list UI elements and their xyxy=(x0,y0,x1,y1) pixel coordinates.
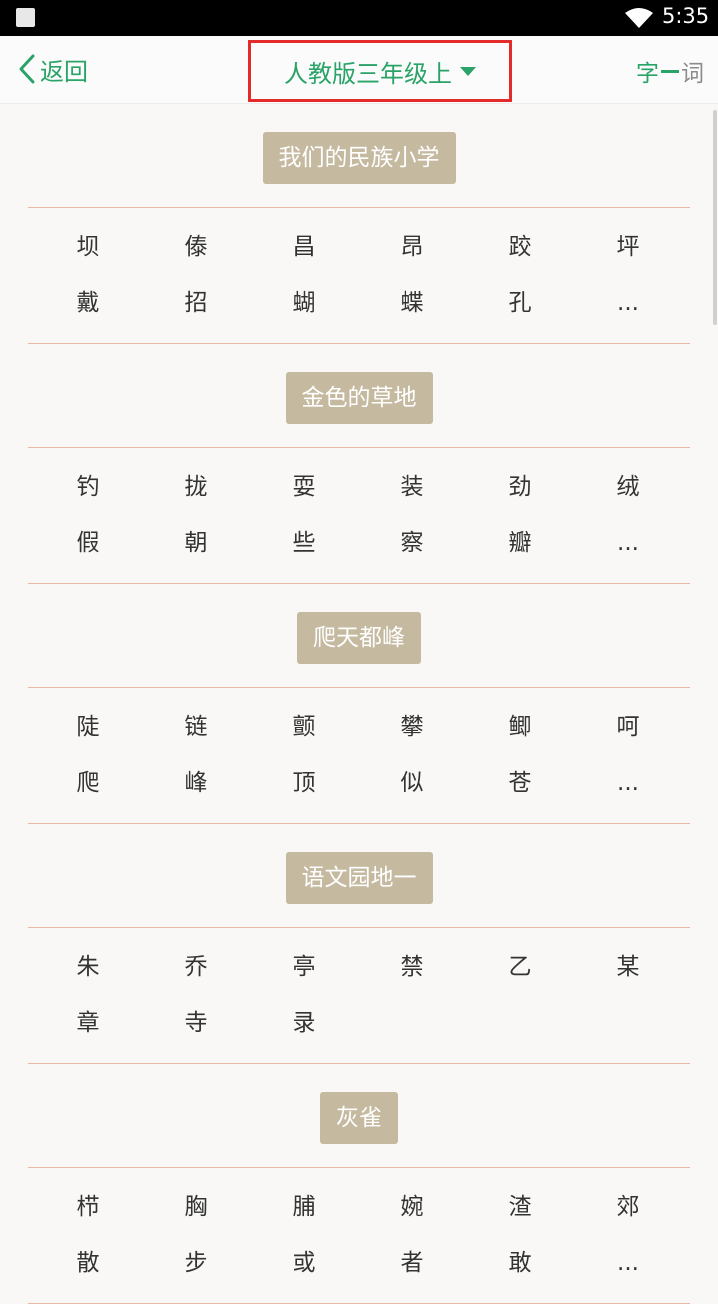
char-grid: 钓拢耍装劲绒假朝些察瓣... xyxy=(34,459,684,571)
char-grid: 朱乔亭禁乙某章寺录 xyxy=(34,939,684,1051)
char-item[interactable]: 禁 xyxy=(358,939,466,995)
char-item[interactable]: 瓣 xyxy=(466,515,574,571)
char-item[interactable]: 招 xyxy=(142,275,250,331)
back-label: 返回 xyxy=(40,57,88,86)
char-item[interactable]: 假 xyxy=(34,515,142,571)
char-item[interactable]: 陡 xyxy=(34,699,142,755)
char-item[interactable]: 戴 xyxy=(34,275,142,331)
lesson-title[interactable]: 语文园地一 xyxy=(285,852,433,904)
char-item[interactable]: 散 xyxy=(34,1235,142,1291)
char-item[interactable]: 乙 xyxy=(466,939,574,995)
lesson-section: 语文园地一朱乔亭禁乙某章寺录 xyxy=(0,823,718,1064)
char-item[interactable]: 鲫 xyxy=(466,699,574,755)
char-item[interactable]: 孔 xyxy=(466,275,574,331)
char-item[interactable]: 脯 xyxy=(250,1179,358,1235)
textbook-title: 人教版三年级上 xyxy=(284,59,452,88)
char-item[interactable]: 耍 xyxy=(250,459,358,515)
char-grid: 坝傣昌昂跤坪戴招蝴蝶孔... xyxy=(34,219,684,331)
char-item[interactable]: 绒 xyxy=(574,459,682,515)
char-item[interactable]: 装 xyxy=(358,459,466,515)
char-item[interactable]: 步 xyxy=(142,1235,250,1291)
scrollbar[interactable] xyxy=(713,110,717,325)
char-item[interactable]: 钓 xyxy=(34,459,142,515)
mode-dash xyxy=(661,69,679,73)
status-bar: 5:35 xyxy=(0,0,718,36)
mode-word: 词 xyxy=(681,61,704,87)
char-item[interactable]: 拢 xyxy=(142,459,250,515)
char-item[interactable]: 苍 xyxy=(466,755,574,811)
char-grid: 栉胸脯婉渣郊散步或者敢... xyxy=(34,1179,684,1291)
lesson-title[interactable]: 金色的草地 xyxy=(285,372,433,424)
char-item[interactable]: 坝 xyxy=(34,219,142,275)
char-item[interactable]: 跤 xyxy=(466,219,574,275)
char-item[interactable]: 朝 xyxy=(142,515,250,571)
lesson-title[interactable]: 我们的民族小学 xyxy=(262,132,456,184)
char-item[interactable]: 爬 xyxy=(34,755,142,811)
lesson-section: 爬天都峰陡链颤攀鲫呵爬峰顶似苍... xyxy=(0,583,718,824)
char-item[interactable]: 录 xyxy=(250,995,358,1051)
more-chars-button[interactable]: ... xyxy=(574,515,682,571)
chevron-left-icon xyxy=(19,54,35,84)
char-item[interactable]: 坪 xyxy=(574,219,682,275)
char-item[interactable]: 攀 xyxy=(358,699,466,755)
caret-down-icon xyxy=(460,66,476,76)
char-item[interactable]: 朱 xyxy=(34,939,142,995)
divider xyxy=(28,447,690,448)
char-item[interactable]: 或 xyxy=(250,1235,358,1291)
divider xyxy=(28,927,690,928)
textbook-selector[interactable]: 人教版三年级上 xyxy=(248,40,512,102)
lesson-section: 金色的草地钓拢耍装劲绒假朝些察瓣... xyxy=(0,343,718,584)
lesson-title[interactable]: 灰雀 xyxy=(320,1092,398,1144)
char-item[interactable]: 胸 xyxy=(142,1179,250,1235)
char-item[interactable]: 昌 xyxy=(250,219,358,275)
char-item[interactable]: 顶 xyxy=(250,755,358,811)
char-item[interactable]: 呵 xyxy=(574,699,682,755)
char-item[interactable]: 颤 xyxy=(250,699,358,755)
char-item[interactable]: 寺 xyxy=(142,995,250,1051)
char-item[interactable]: 敢 xyxy=(466,1235,574,1291)
char-item[interactable]: 者 xyxy=(358,1235,466,1291)
header: 返回 人教版三年级上 字 词 xyxy=(0,36,718,104)
char-item[interactable]: 某 xyxy=(574,939,682,995)
char-item[interactable]: 渣 xyxy=(466,1179,574,1235)
more-chars-button[interactable]: ... xyxy=(574,1235,682,1291)
char-item[interactable]: 些 xyxy=(250,515,358,571)
char-item[interactable]: 郊 xyxy=(574,1179,682,1235)
char-item[interactable]: 栉 xyxy=(34,1179,142,1235)
char-item[interactable]: 亭 xyxy=(250,939,358,995)
char-item[interactable]: 峰 xyxy=(142,755,250,811)
char-item[interactable]: 傣 xyxy=(142,219,250,275)
more-chars-button[interactable]: ... xyxy=(574,275,682,331)
more-chars-button[interactable]: ... xyxy=(574,755,682,811)
char-item[interactable]: 章 xyxy=(34,995,142,1051)
char-item[interactable]: 似 xyxy=(358,755,466,811)
char-item[interactable]: 蝶 xyxy=(358,275,466,331)
lesson-title[interactable]: 爬天都峰 xyxy=(297,612,421,664)
char-item[interactable]: 链 xyxy=(142,699,250,755)
char-item[interactable]: 乔 xyxy=(142,939,250,995)
char-item[interactable]: 昂 xyxy=(358,219,466,275)
divider xyxy=(28,687,690,688)
char-item[interactable]: 察 xyxy=(358,515,466,571)
divider xyxy=(28,207,690,208)
notification-icon xyxy=(16,8,35,27)
lesson-section: 我们的民族小学坝傣昌昂跤坪戴招蝴蝶孔... xyxy=(0,103,718,344)
char-word-toggle[interactable]: 字 词 xyxy=(636,54,704,88)
lesson-section: 灰雀栉胸脯婉渣郊散步或者敢... xyxy=(0,1063,718,1304)
wifi-icon xyxy=(625,8,653,28)
char-item[interactable]: 劲 xyxy=(466,459,574,515)
char-item[interactable]: 蝴 xyxy=(250,275,358,331)
back-button[interactable]: 返回 xyxy=(18,50,88,88)
status-time: 5:35 xyxy=(662,4,710,28)
char-grid: 陡链颤攀鲫呵爬峰顶似苍... xyxy=(34,699,684,811)
char-item[interactable]: 婉 xyxy=(358,1179,466,1235)
lesson-list[interactable]: 我们的民族小学坝傣昌昂跤坪戴招蝴蝶孔... 金色的草地钓拢耍装劲绒假朝些察瓣...… xyxy=(0,103,718,1304)
divider xyxy=(28,1167,690,1168)
mode-char: 字 xyxy=(636,61,659,87)
